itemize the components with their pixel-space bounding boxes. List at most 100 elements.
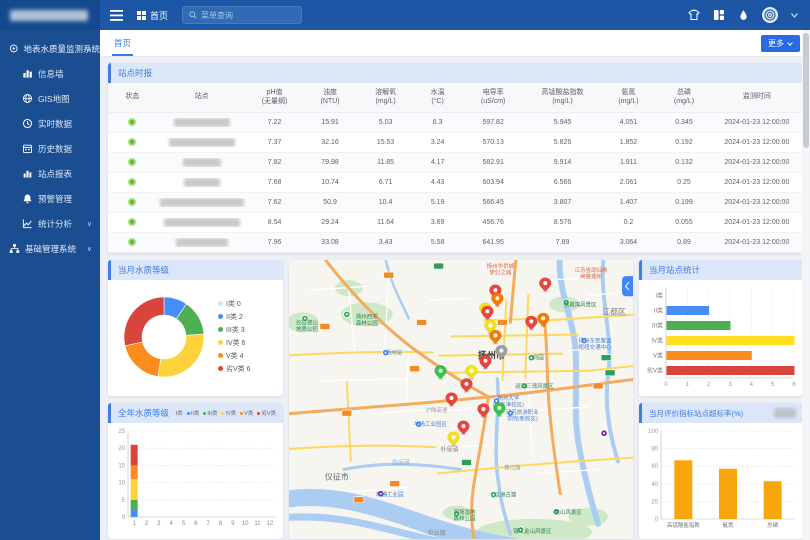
station-stats-chart: 0123456I类II类III类IV类V类劣V类 [639,280,802,392]
water-drop-icon[interactable] [738,9,749,21]
user-chevron-down-icon[interactable] [791,13,798,18]
legend-item[interactable]: 劣V类 [257,409,276,417]
blurred-link-chip [774,408,796,418]
monthly-grade-donut-chart [108,280,216,392]
table-row[interactable]: 7.2215.915.036.3597.825.9454.0510.345202… [108,113,802,133]
map-label: 枢纽交通中心 [579,343,612,351]
station-name-blurred [183,158,221,167]
monthly-grade-title: 当月水质等级 [108,260,283,280]
sidebar-item-menu-0[interactable]: 信息墙 [0,61,100,86]
legend-item[interactable]: III类 3 [218,325,251,335]
table-row[interactable]: 7.9633.083.435.58641.957.893.0640.892024… [108,233,802,253]
legend-item[interactable]: IV类 [221,409,236,417]
table-row[interactable]: 7.3732.1615.533.24570.135.8261.8520.1922… [108,133,802,153]
scrollbar-thumb[interactable] [803,33,809,148]
map-collapse-control[interactable] [622,276,633,296]
map-label: 扬州东部客运 [579,337,612,345]
legend-item[interactable]: V类 4 [218,351,251,361]
svg-text:高锰酸盐指数: 高锰酸盐指数 [667,521,701,529]
map-label: 运河三湾风景区 [515,382,554,390]
table-body: 7.2215.915.036.3597.825.9454.0510.345202… [108,113,802,253]
exceed-rate-chart: 020406080100高锰酸盐指数氨氮总磷 [639,423,802,535]
more-button[interactable]: 更多 [761,35,800,52]
svg-text:20: 20 [118,446,125,452]
page-scrollbar[interactable] [802,30,810,540]
column-header: 监测时间 [712,83,802,112]
station-report-icon [22,168,33,179]
sidebar-item-menu-1[interactable]: GIS地图 [0,86,100,111]
map-poi-icon [601,430,607,436]
station-report-title: 站点时报 [108,63,802,83]
legend-item[interactable]: I类 [172,409,183,417]
svg-text:3: 3 [728,382,732,388]
svg-text:0: 0 [664,382,668,388]
status-ok-dot [128,158,136,166]
map-label: 森林公园 [356,319,378,327]
map-label: 森林公园 [454,514,476,522]
search-icon [189,11,197,19]
hamburger-menu-icon[interactable] [110,10,123,21]
table-row[interactable]: 8.5429.2411.643.69456.768.5760.20.055202… [108,213,802,233]
theme-skin-icon[interactable] [688,9,700,21]
map-label: 仪征捺山 [296,318,318,326]
chevron-down-icon: ∨ [87,245,92,253]
legend-item[interactable]: 劣V类 6 [218,364,251,374]
legend-item[interactable]: IV类 6 [218,338,251,348]
svg-text:I类: I类 [655,292,663,300]
sidebar-item-group-0[interactable]: 地表水质量监测系统∧ [0,36,100,61]
exceed-rate-title: 当月评价指标站点超标率(%) [639,403,802,423]
map-label: 学院(新校区) [507,415,538,423]
topnav-home[interactable]: 首页 [137,9,168,22]
legend-item[interactable]: III类 [203,409,217,417]
table-row[interactable]: 7.8279.9811.854.17582.919.9141.9110.1322… [108,153,802,173]
column-header: 溶解氧(mg/L) [358,83,414,112]
realtime-data-icon [22,118,33,129]
svg-text:60: 60 [651,464,658,470]
map-label: 茱萸湾风景区 [564,300,597,308]
svg-text:5: 5 [182,521,186,527]
map-label: 江苏旅游职业 [506,408,539,416]
svg-text:20: 20 [651,499,658,505]
svg-text:劣V类: 劣V类 [647,367,663,375]
annual-grade-title: 全年水质等级 I类II类III类IV类V类劣V类 [108,403,283,423]
sidebar-item-menu-3[interactable]: 历史数据 [0,136,100,161]
user-avatar[interactable] [762,7,778,23]
station-name-blurred [164,218,240,227]
gis-map-panel: 扬州市仪征市江都区古运河春江路沪陕高速扬州西郊森林公园仪征捺山地质公园茱萸湾风景… [289,260,633,539]
svg-text:2: 2 [707,382,711,388]
map-label: 焦山风景区 [555,508,583,516]
sidebar-item-menu-6[interactable]: 统计分析∨ [0,211,100,236]
svg-text:1: 1 [132,521,136,527]
table-row[interactable]: 7.6250.910.45.19566.453.8071.4070.199202… [108,193,802,213]
chevron-down-icon: ∨ [87,220,92,228]
column-header: 水温(°C) [413,83,462,112]
donut-legend: I类 0 II类 2 III类 3 IV类 6 V类 4 劣V类 6 [218,296,251,377]
legend-item[interactable]: I类 0 [218,299,251,309]
more-chevron-icon [787,42,793,46]
tab-home-label: 首页 [114,37,131,49]
sidebar-item-group-1[interactable]: 基础管理系统∨ [0,236,100,261]
layout-split-icon[interactable] [713,9,725,21]
sidebar-item-menu-5[interactable]: 预警管理 [0,186,100,211]
table-row[interactable]: 7.6810.746.714.43603.946.5662.0610.25202… [108,173,802,193]
column-header: pH值(无量纲) [247,83,303,112]
map-label: 闸管理所 [580,273,602,281]
tab-home[interactable]: 首页 [110,30,135,56]
tabbar: 首页 更多 [100,30,810,57]
city-map[interactable]: 扬州市仪征市江都区古运河春江路沪陕高速扬州西郊森林公园仪征捺山地质公园茱萸湾风景… [289,260,633,539]
status-ok-dot [128,198,136,206]
column-header: 总磷(mg/L) [656,83,712,112]
sidebar-item-menu-2[interactable]: 实时数据 [0,111,100,136]
station-name-blurred [160,198,244,207]
svg-text:6: 6 [194,521,198,527]
map-label: 地质公园 [296,325,318,333]
legend-item[interactable]: II类 2 [218,312,251,322]
station-report-panel: 站点时报 状态站点pH值(无量纲)浊度(NTU)溶解氧(mg/L)水温(°C)电… [108,63,802,253]
map-label: 润扬湿地 [454,508,476,516]
sidebar-item-menu-4[interactable]: 站点报表 [0,161,100,186]
legend-item[interactable]: II类 [187,409,200,417]
svg-text:40: 40 [651,482,658,488]
menu-search-input[interactable]: 菜单查询 [182,6,302,24]
legend-item[interactable]: V类 [240,409,253,417]
status-ok-dot [128,138,136,146]
